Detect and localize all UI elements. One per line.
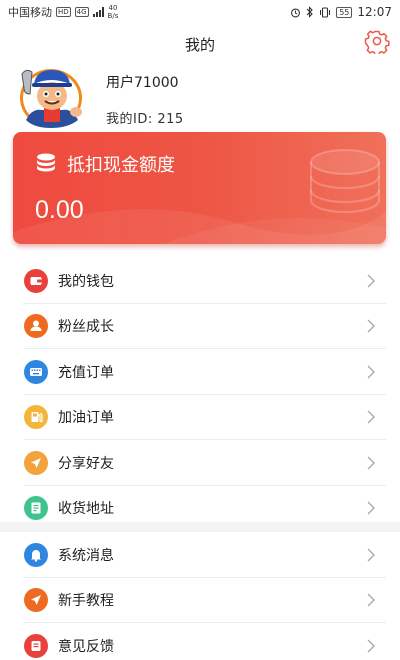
menu-item-wallet[interactable]: 我的钱包 (0, 258, 400, 304)
speed-value: 40 (108, 4, 118, 12)
clock-time: 12:07 (357, 5, 392, 19)
chevron-right-icon (367, 548, 375, 562)
chevron-right-icon (367, 639, 375, 653)
menu-item-label: 充值订单 (58, 364, 114, 381)
menu-item-fans[interactable]: 粉丝成长 (0, 304, 400, 349)
speed-unit: B/s (107, 12, 119, 20)
status-bar: 中国移动 HD 4G 40 B/s 55 12:07 (0, 0, 400, 24)
card-amount: 0.00 (35, 196, 84, 224)
profile-section: 用户71000 我的ID: 215 (0, 64, 400, 130)
gear-icon[interactable] (364, 28, 390, 54)
card-decoration (13, 149, 386, 244)
deduction-card[interactable]: 抵扣现金额度 0.00 (13, 132, 386, 244)
bluetooth-icon (306, 6, 313, 18)
network-type: 4G (74, 7, 89, 17)
address-book-icon (24, 496, 48, 521)
chevron-right-icon (367, 410, 375, 424)
primary-menu: 我的钱包 粉丝成长 充值订单 加油订单 分享好友 收货地址 (0, 258, 400, 522)
menu-item-label: 我的钱包 (58, 273, 114, 290)
network-speed: 40 B/s (108, 4, 119, 20)
feedback-icon (24, 633, 48, 658)
chevron-right-icon (367, 365, 375, 379)
signal-icon (92, 7, 104, 17)
menu-item-label: 新手教程 (58, 593, 114, 610)
menu-item-address[interactable]: 收货地址 (0, 486, 400, 532)
menu-item-share[interactable]: 分享好友 (0, 440, 400, 486)
menu-item-tutorial[interactable]: 新手教程 (0, 578, 400, 623)
chevron-right-icon (367, 456, 375, 470)
menu-item-fuel-orders[interactable]: 加油订单 (0, 395, 400, 440)
card-title: 抵扣现金额度 (67, 155, 175, 176)
app-header: 我的 (0, 24, 400, 64)
menu-item-system-messages[interactable]: 系统消息 (0, 532, 400, 578)
send-icon (24, 450, 48, 475)
coin-stack-icon (37, 153, 55, 172)
deduction-card-section: 抵扣现金额度 0.00 (0, 130, 400, 258)
vibrate-icon (320, 6, 331, 18)
menu-item-label: 分享好友 (58, 455, 114, 472)
keyboard-icon (24, 359, 48, 384)
chevron-right-icon (367, 593, 375, 607)
carrier-name: 中国移动 (8, 6, 52, 19)
bell-icon (24, 542, 48, 567)
menu-item-label: 加油订单 (58, 410, 114, 427)
chevron-right-icon (367, 274, 375, 288)
avatar[interactable] (18, 64, 88, 128)
user-icon (24, 314, 48, 339)
menu-item-recharge-orders[interactable]: 充值订单 (0, 349, 400, 395)
page-title: 我的 (184, 36, 215, 54)
menu-item-label: 意见反馈 (58, 638, 114, 655)
menu-item-label: 系统消息 (58, 547, 114, 564)
send-icon (24, 588, 48, 613)
hd-indicator: HD (56, 7, 71, 17)
menu-item-label: 粉丝成长 (58, 319, 114, 336)
menu-item-feedback[interactable]: 意见反馈 (0, 623, 400, 660)
user-id: 我的ID: 215 (106, 112, 184, 127)
alarm-icon (291, 7, 301, 17)
chevron-right-icon (367, 319, 375, 333)
username: 用户71000 (106, 75, 179, 91)
secondary-menu: 系统消息 新手教程 意见反馈 (0, 532, 400, 660)
menu-item-label: 收货地址 (58, 501, 114, 518)
battery-icon: 55 (336, 6, 353, 18)
fuel-icon (24, 405, 48, 430)
wallet-icon (24, 268, 48, 293)
chevron-right-icon (367, 501, 375, 515)
